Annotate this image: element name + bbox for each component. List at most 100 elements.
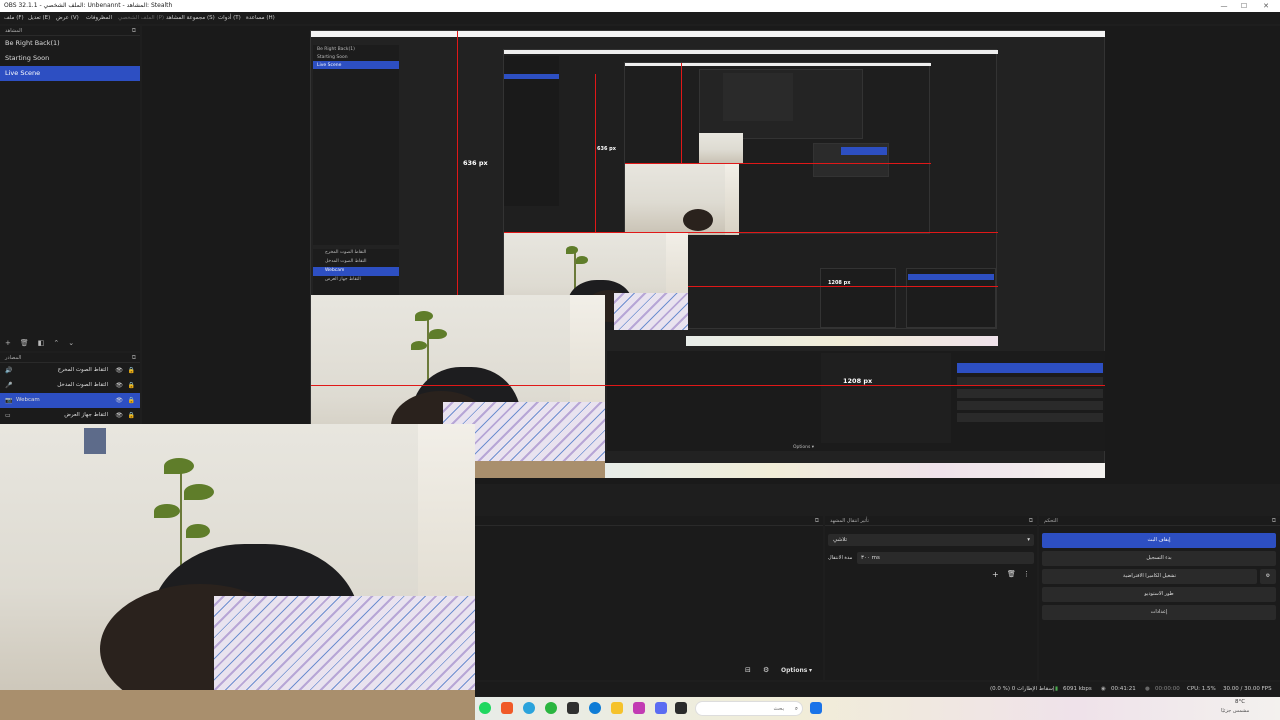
lock-icon[interactable]: 🔒	[128, 378, 135, 393]
app-icon[interactable]	[655, 702, 667, 714]
dropped-frames: (0.0 %) إسقاط الإطارات 0	[990, 686, 1055, 692]
nested-scenes-dock: Be Right Back(1) Starting Soon Live Scen…	[313, 45, 399, 245]
telegram-icon[interactable]	[523, 702, 535, 714]
monitor-icon: ▭	[5, 412, 11, 419]
duration-label: مدة الانتقال	[828, 555, 853, 561]
search-placeholder: بحث	[773, 706, 784, 712]
menu-view[interactable]: عرض (V)	[56, 12, 79, 24]
visibility-eye-icon[interactable]: 👁	[115, 393, 123, 408]
start-recording-button[interactable]: بدء التسجيل	[1042, 551, 1276, 566]
filter-scene-icon[interactable]: ◧	[38, 339, 45, 347]
nested-sources-dock: التقاط الصوت المخرج التقاط الصوت المدخل …	[313, 249, 399, 295]
taskbar: بحث ⌕ 8°C مشمس جزئيًا	[475, 697, 1280, 720]
nested-scene-active: Live Scene	[313, 61, 399, 69]
nested-titlebar	[311, 31, 1105, 37]
dock-float-icon[interactable]: ⧉	[815, 516, 819, 526]
measure-line-vertical	[457, 31, 458, 295]
menu-file[interactable]: ملف (F)	[4, 12, 24, 24]
gear-icon[interactable]: ⚙	[1260, 569, 1276, 584]
close-button[interactable]: ✕	[1254, 0, 1278, 12]
menu-scene-collection[interactable]: مجموعة المشاهد (S)	[166, 12, 215, 24]
settings-button[interactable]: إعدادات	[1042, 605, 1276, 620]
studio-mode-button[interactable]: طور الاستوديو	[1042, 587, 1276, 602]
visibility-eye-icon[interactable]: 👁	[115, 378, 123, 393]
dock-float-icon[interactable]: ⧉	[1272, 516, 1276, 526]
maximize-button[interactable]: ☐	[1232, 0, 1256, 12]
mixer-toolbar: ⊟ ⚙ Options ▾	[475, 664, 823, 680]
preview-canvas[interactable]: Be Right Back(1) Starting Soon Live Scen…	[310, 30, 1105, 478]
nested-source: التقاط الصوت المخرج	[325, 250, 367, 255]
window-titlebar: OBS 32.1.1 - الملف الشخصي: Unbenannt - ا…	[0, 0, 1280, 12]
lock-icon[interactable]: 🔒	[128, 363, 135, 378]
delete-scene-icon[interactable]: 🗑	[20, 339, 29, 347]
spotify-icon[interactable]	[479, 702, 491, 714]
duration-value: ٣٠٠ ms	[861, 555, 880, 561]
nested-obs-window-2: 636 px 1208 px	[503, 49, 998, 346]
brave-icon[interactable]	[501, 702, 513, 714]
whatsapp-icon[interactable]	[545, 702, 557, 714]
start-virtual-camera-button[interactable]: تشغيل الكاميرا الافتراضية	[1042, 569, 1257, 584]
scene-item-be-right-back[interactable]: Be Right Back(1)	[0, 36, 140, 51]
lock-icon[interactable]: 🔒	[128, 408, 135, 423]
media-icon[interactable]	[567, 702, 579, 714]
transitions-title: تأثير انتقال المشهد	[830, 518, 869, 524]
add-transition-icon[interactable]: +	[992, 570, 999, 579]
record-time: 00:00:00	[1155, 686, 1180, 692]
edge-icon[interactable]	[589, 702, 601, 714]
stream-time: 00:41:21	[1111, 686, 1136, 692]
mixer-layout-icon[interactable]: ⊟	[745, 666, 751, 674]
mixer-options-button[interactable]: Options	[781, 667, 807, 674]
source-row-display-capture[interactable]: ▭ التقاط جهاز العرض 👁 🔒	[0, 408, 140, 423]
nested-width-label: 1208 px	[828, 280, 851, 286]
status-bar: (0.0 %) إسقاط الإطارات 0 ▮ 6091 kbps ◉ 0…	[475, 682, 1280, 696]
source-label: التقاط الصوت المدخل	[57, 382, 108, 388]
duration-spinbox[interactable]: ٣٠٠ ms	[857, 552, 1034, 564]
menu-tools[interactable]: أدوات (T)	[218, 12, 241, 24]
height-measure-label: 636 px	[463, 159, 488, 167]
transition-type-value: تلاشي	[833, 537, 848, 543]
width-measure-label: 1208 px	[843, 377, 873, 385]
visibility-eye-icon[interactable]: 👁	[115, 408, 123, 423]
chevron-down-icon[interactable]: ▾	[809, 667, 812, 674]
mixer-header: ⧉	[475, 516, 823, 526]
chevron-down-icon: ▾	[1027, 537, 1030, 543]
transition-type-select[interactable]: تلاشي ▾	[828, 534, 1034, 546]
move-up-icon[interactable]: ⌃	[53, 339, 59, 347]
scenes-title: المشاهد	[5, 28, 23, 34]
source-row-webcam[interactable]: 📷 Webcam 👁 🔒	[0, 393, 140, 408]
folder-icon[interactable]	[611, 702, 623, 714]
windows-start-icon[interactable]	[810, 702, 822, 714]
move-down-icon[interactable]: ⌄	[68, 339, 74, 347]
visibility-eye-icon[interactable]: 👁	[115, 363, 123, 378]
mixer-settings-icon[interactable]: ⚙	[763, 666, 769, 674]
scene-item-starting-soon[interactable]: Starting Soon	[0, 51, 140, 66]
add-scene-icon[interactable]: +	[5, 339, 11, 347]
more-icon[interactable]: ⋮	[1023, 570, 1030, 578]
stream-icon: ◉	[1101, 686, 1106, 692]
menu-bar: ملف (F) تعديل (E) عرض (V) المظروفات المل…	[0, 12, 1280, 24]
bitrate: 6091 kbps	[1063, 686, 1092, 692]
lock-icon[interactable]: 🔒	[128, 393, 135, 408]
dock-float-icon[interactable]: ⧉	[132, 353, 136, 363]
scene-item-live-scene[interactable]: Live Scene	[0, 66, 140, 81]
stop-streaming-button[interactable]: إيقاف البث	[1042, 533, 1276, 548]
camera-icon: 📷	[5, 397, 13, 404]
dock-float-icon[interactable]: ⧉	[132, 26, 136, 36]
audio-mixer-dock: ⧉	[475, 516, 823, 664]
menu-profile[interactable]: الملف الشخصي (P)	[118, 12, 164, 24]
taskbar-search[interactable]: بحث ⌕	[695, 701, 803, 716]
menu-docks[interactable]: المظروفات	[86, 12, 112, 24]
menu-help[interactable]: مساعدة (H)	[246, 12, 275, 24]
webcam-overlay	[0, 424, 475, 720]
controls-title: التحكم	[1044, 518, 1058, 524]
nested-options: Options ▾	[793, 445, 815, 450]
dock-float-icon[interactable]: ⧉	[1029, 516, 1033, 526]
source-row-audio-input[interactable]: 🎤 التقاط الصوت المدخل 👁 🔒	[0, 378, 140, 393]
terminal-icon[interactable]	[675, 702, 687, 714]
instagram-icon[interactable]	[633, 702, 645, 714]
source-row-audio-output[interactable]: 🔊 التقاط الصوت المخرج 👁 🔒	[0, 363, 140, 378]
sources-header: المصادر ⧉	[0, 353, 140, 363]
delete-transition-icon[interactable]: 🗑	[1007, 570, 1016, 578]
source-label: التقاط جهاز العرض	[64, 412, 108, 418]
menu-edit[interactable]: تعديل (E)	[28, 12, 50, 24]
